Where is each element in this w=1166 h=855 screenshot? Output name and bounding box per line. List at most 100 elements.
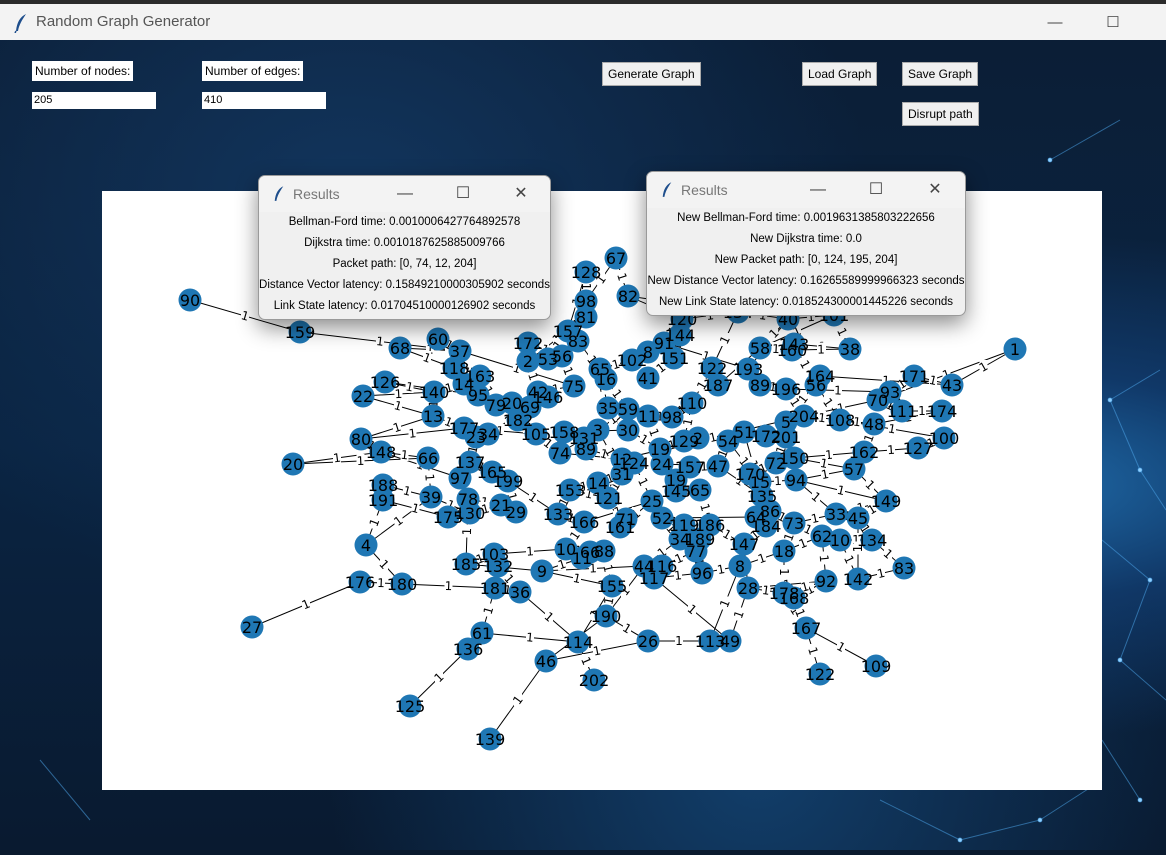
node-label: 67 — [606, 249, 626, 268]
minimize-button[interactable]: — — [387, 182, 423, 206]
edge-weight-label: 1 — [918, 404, 926, 418]
results-dialog: Results — ☐ ✕ Bellman-Ford time: 0.00100… — [258, 175, 551, 320]
node-label: 150 — [779, 449, 810, 468]
node-label: 13 — [423, 407, 443, 426]
edge-weight-label: 1 — [579, 283, 593, 291]
load-graph-button[interactable]: Load Graph — [802, 62, 878, 86]
node-label: 83 — [894, 559, 914, 578]
node-label: 59 — [618, 400, 638, 419]
node-label: 8 — [643, 343, 653, 362]
node-label: 31 — [612, 465, 632, 484]
new-dijkstra-time: New Dijkstra time: 0.0 — [750, 233, 862, 245]
new-packet-path: New Packet path: [0, 124, 195, 204] — [714, 254, 898, 266]
edge-weight-label: 1 — [300, 597, 312, 613]
edge-weight-label: 1 — [375, 334, 384, 349]
node-label: 26 — [638, 632, 658, 651]
node-label: 135 — [747, 487, 778, 506]
node-label: 73 — [784, 514, 804, 533]
close-button[interactable]: ✕ — [503, 182, 539, 206]
node-label: 114 — [563, 633, 594, 652]
node-label: 11 — [638, 407, 658, 426]
node-label: 176 — [345, 573, 376, 592]
node-label: 148 — [366, 443, 397, 462]
node-label: 167 — [791, 619, 822, 638]
node-label: 145 — [661, 482, 692, 501]
node-label: 155 — [597, 577, 628, 596]
node-label: 69 — [520, 398, 540, 417]
edge-weight-label: 1 — [601, 596, 616, 606]
edge-weight-label: 1 — [637, 432, 651, 448]
new-link-state-latency: New Link State latency: 0.01852430000144… — [658, 296, 954, 308]
node-label: 4 — [361, 536, 371, 555]
maximize-button[interactable]: ☐ — [445, 182, 481, 206]
edge-weight-label: 1 — [887, 443, 896, 458]
node-label: 196 — [771, 380, 802, 399]
node-label: 142 — [843, 570, 874, 589]
new-results-dialog-titlebar: Results — ☐ ✕ — [647, 172, 965, 208]
node-label: 1 — [1010, 340, 1020, 359]
node-label: 39 — [421, 488, 441, 507]
edge-weight-label: 1 — [834, 639, 847, 655]
node-label: 117 — [639, 569, 670, 588]
node-label: 89 — [576, 440, 596, 459]
node-label: 147 — [729, 535, 760, 554]
node-label: 27 — [242, 618, 262, 637]
edge-weight-label: 1 — [620, 621, 634, 637]
save-graph-button[interactable]: Save Graph — [902, 62, 979, 86]
edge-weight-label: 1 — [421, 350, 433, 366]
generate-graph-button[interactable]: Generate Graph — [602, 62, 701, 86]
edges-input[interactable]: 410 — [202, 92, 326, 109]
node-label: 204 — [789, 407, 820, 426]
node-label: 94 — [786, 471, 806, 490]
edge-weight-label: 1 — [356, 454, 364, 468]
node-label: 22 — [353, 387, 373, 406]
node-label: 181 — [480, 579, 511, 598]
node-label: 8 — [735, 557, 745, 576]
nodes-input[interactable]: 205 — [32, 92, 156, 109]
node-label: 57 — [844, 460, 864, 479]
node-label: 111 — [887, 402, 918, 421]
node-label: 153 — [555, 481, 586, 500]
minimize-button[interactable]: — — [800, 178, 836, 202]
node-label: 82 — [618, 287, 638, 306]
node-label: 16 — [596, 370, 616, 389]
node-label: 190 — [591, 607, 622, 626]
node-label: 58 — [750, 339, 770, 358]
edge-weight-label: 1 — [805, 645, 821, 656]
node-label: 168 — [779, 589, 810, 608]
node-label: 160 — [777, 341, 808, 360]
disrupt-path-button[interactable]: Disrupt path — [902, 102, 979, 126]
node-label: 56 — [806, 376, 826, 395]
edge-weight-label: 1 — [600, 563, 615, 574]
node-label: 83 — [568, 332, 588, 351]
feather-icon — [14, 14, 26, 33]
node-label: 43 — [942, 376, 962, 395]
edge-weight-label: 1 — [391, 420, 403, 436]
node-label: 68 — [390, 339, 410, 358]
node-label: 159 — [285, 323, 316, 342]
node-label: 46 — [536, 652, 556, 671]
node-label: 202 — [579, 671, 610, 690]
node-label: 29 — [506, 503, 526, 522]
node-label: 34 — [478, 425, 498, 444]
node-label: 71 — [616, 510, 636, 529]
node-label: 122 — [805, 665, 836, 684]
new-distance-vector-latency: New Distance Vector latency: 0.162655899… — [647, 275, 965, 287]
node-label: 166 — [569, 513, 600, 532]
edge-weight-label: 1 — [481, 605, 497, 616]
edge-weight-label: 1 — [422, 473, 437, 482]
minimize-button[interactable]: — — [1032, 10, 1078, 36]
node-label: 2 — [693, 429, 703, 448]
node-label: 171 — [899, 367, 930, 386]
edge-weight-label: 1 — [377, 576, 385, 590]
node-label: 33 — [826, 505, 846, 524]
close-button[interactable]: ✕ — [917, 178, 953, 202]
maximize-button[interactable]: ☐ — [858, 178, 894, 202]
maximize-button[interactable]: ☐ — [1090, 10, 1136, 36]
node-label: 89 — [750, 376, 770, 395]
node-label: 184 — [751, 517, 782, 536]
new-results-dialog-title: Results — [681, 182, 728, 198]
dijkstra-time: Dijkstra time: 0.0010187625885009766 — [304, 237, 505, 249]
results-dialog-titlebar: Results — ☐ ✕ — [259, 176, 550, 212]
node-label: 18 — [774, 542, 794, 561]
